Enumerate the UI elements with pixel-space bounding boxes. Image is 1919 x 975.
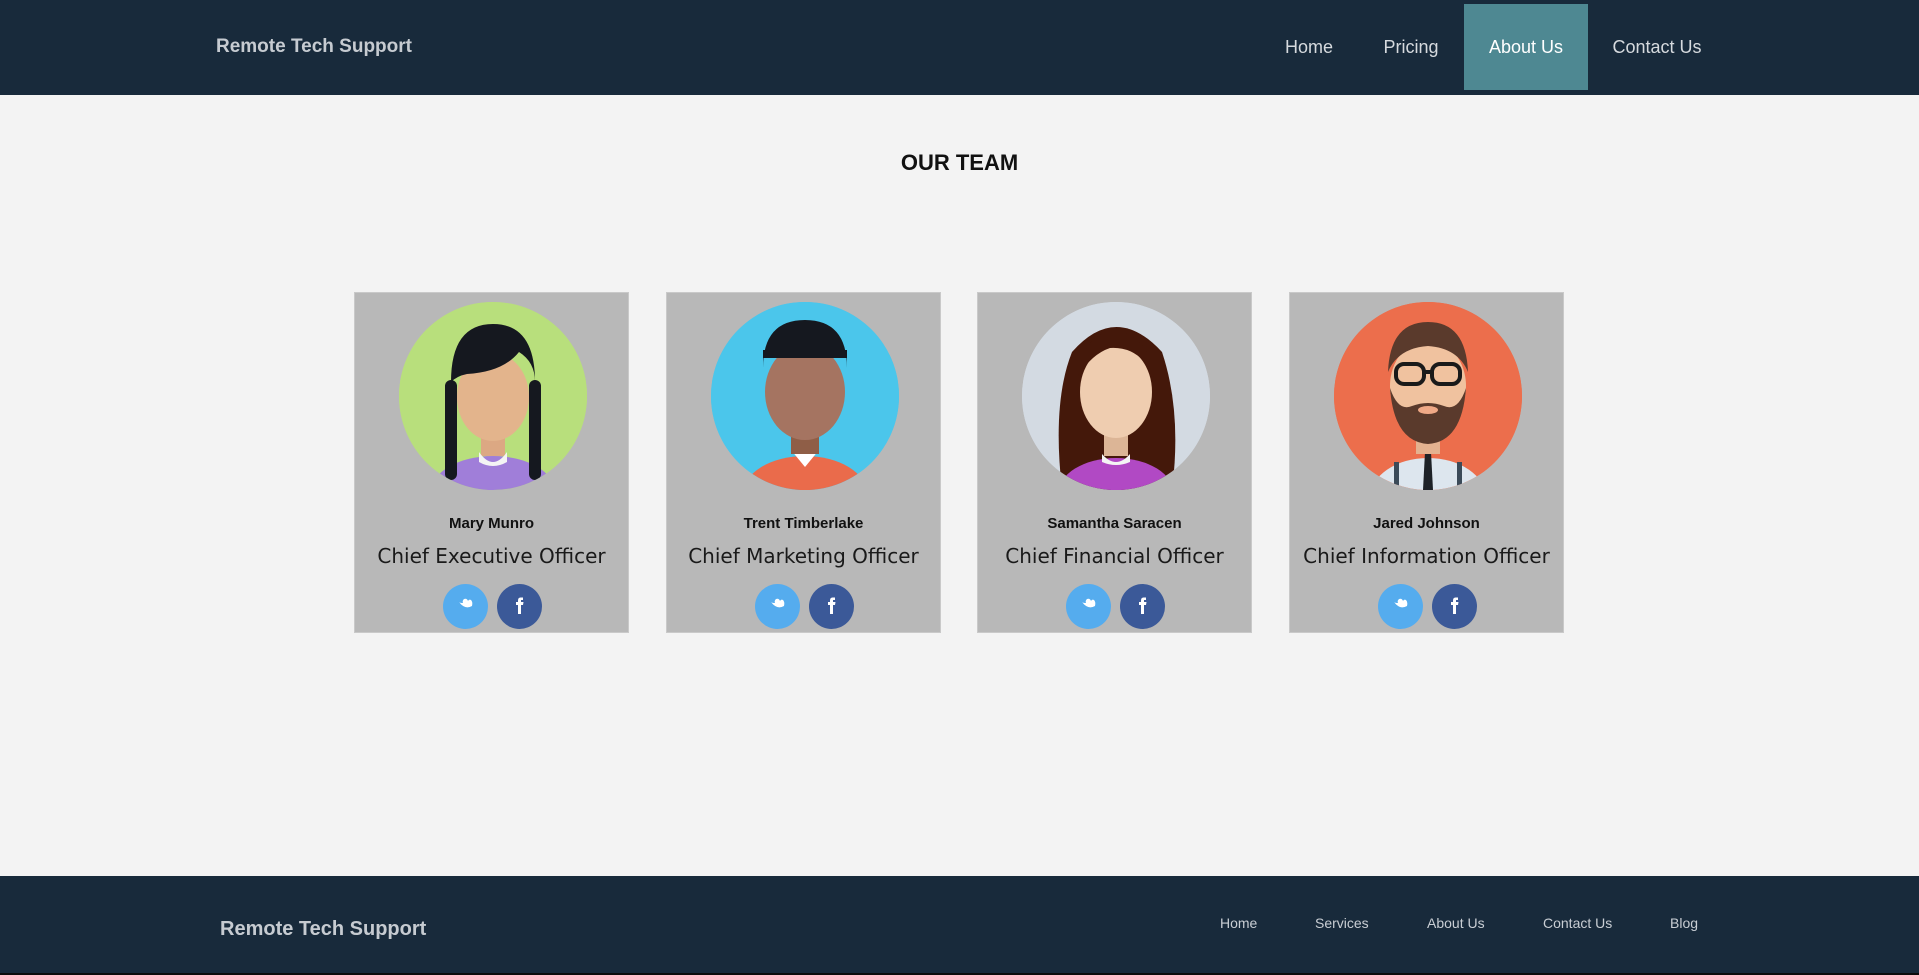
team-member-name: Samantha Saracen bbox=[1047, 515, 1182, 532]
team-card: Jared Johnson Chief Information Officer bbox=[1289, 292, 1564, 633]
social-links bbox=[978, 584, 1251, 629]
facebook-icon[interactable] bbox=[809, 584, 854, 629]
footer-brand[interactable]: Remote Tech Support bbox=[220, 918, 426, 941]
team-card: Samantha Saracen Chief Financial Officer bbox=[977, 292, 1252, 633]
twitter-icon[interactable] bbox=[1066, 584, 1111, 629]
site-header: Remote Tech Support Home Pricing About U… bbox=[0, 0, 1919, 95]
twitter-icon[interactable] bbox=[443, 584, 488, 629]
facebook-icon[interactable] bbox=[1432, 584, 1477, 629]
team-member-role: Chief Marketing Officer bbox=[688, 544, 919, 568]
facebook-icon[interactable] bbox=[497, 584, 542, 629]
footer-link-about-us[interactable]: About Us bbox=[1427, 915, 1485, 931]
man-beard-glasses-avatar bbox=[1334, 302, 1522, 490]
twitter-icon[interactable] bbox=[1378, 584, 1423, 629]
team-member-name: Jared Johnson bbox=[1373, 515, 1480, 532]
facebook-icon[interactable] bbox=[1120, 584, 1165, 629]
nav-home[interactable]: Home bbox=[1264, 4, 1354, 90]
team-member-role: Chief Financial Officer bbox=[1005, 544, 1224, 568]
social-links bbox=[667, 584, 940, 629]
site-footer: Remote Tech Support Home Services About … bbox=[0, 876, 1919, 975]
team-member-role: Chief Information Officer bbox=[1303, 544, 1550, 568]
social-links bbox=[1290, 584, 1563, 629]
nav-contact-us[interactable]: Contact Us bbox=[1598, 4, 1716, 90]
man-avatar bbox=[711, 302, 899, 490]
social-links bbox=[355, 584, 628, 629]
team-card: Mary Munro Chief Executive Officer bbox=[354, 292, 629, 633]
team-member-role: Chief Executive Officer bbox=[377, 544, 606, 568]
team-member-name: Trent Timberlake bbox=[743, 515, 864, 532]
nav-about-us[interactable]: About Us bbox=[1464, 4, 1588, 90]
footer-link-blog[interactable]: Blog bbox=[1670, 915, 1698, 931]
woman-long-hair-avatar bbox=[1022, 302, 1210, 490]
team-member-name: Mary Munro bbox=[448, 515, 534, 532]
team-card: Trent Timberlake Chief Marketing Officer bbox=[666, 292, 941, 633]
twitter-icon[interactable] bbox=[755, 584, 800, 629]
footer-link-contact-us[interactable]: Contact Us bbox=[1543, 915, 1612, 931]
page-title: OUR TEAM bbox=[900, 150, 1019, 175]
brand-logo-text[interactable]: Remote Tech Support bbox=[216, 36, 412, 58]
nav-pricing[interactable]: Pricing bbox=[1366, 4, 1456, 90]
woman-braids-avatar bbox=[399, 302, 587, 490]
footer-link-services[interactable]: Services bbox=[1315, 915, 1369, 931]
footer-link-home[interactable]: Home bbox=[1220, 915, 1257, 931]
